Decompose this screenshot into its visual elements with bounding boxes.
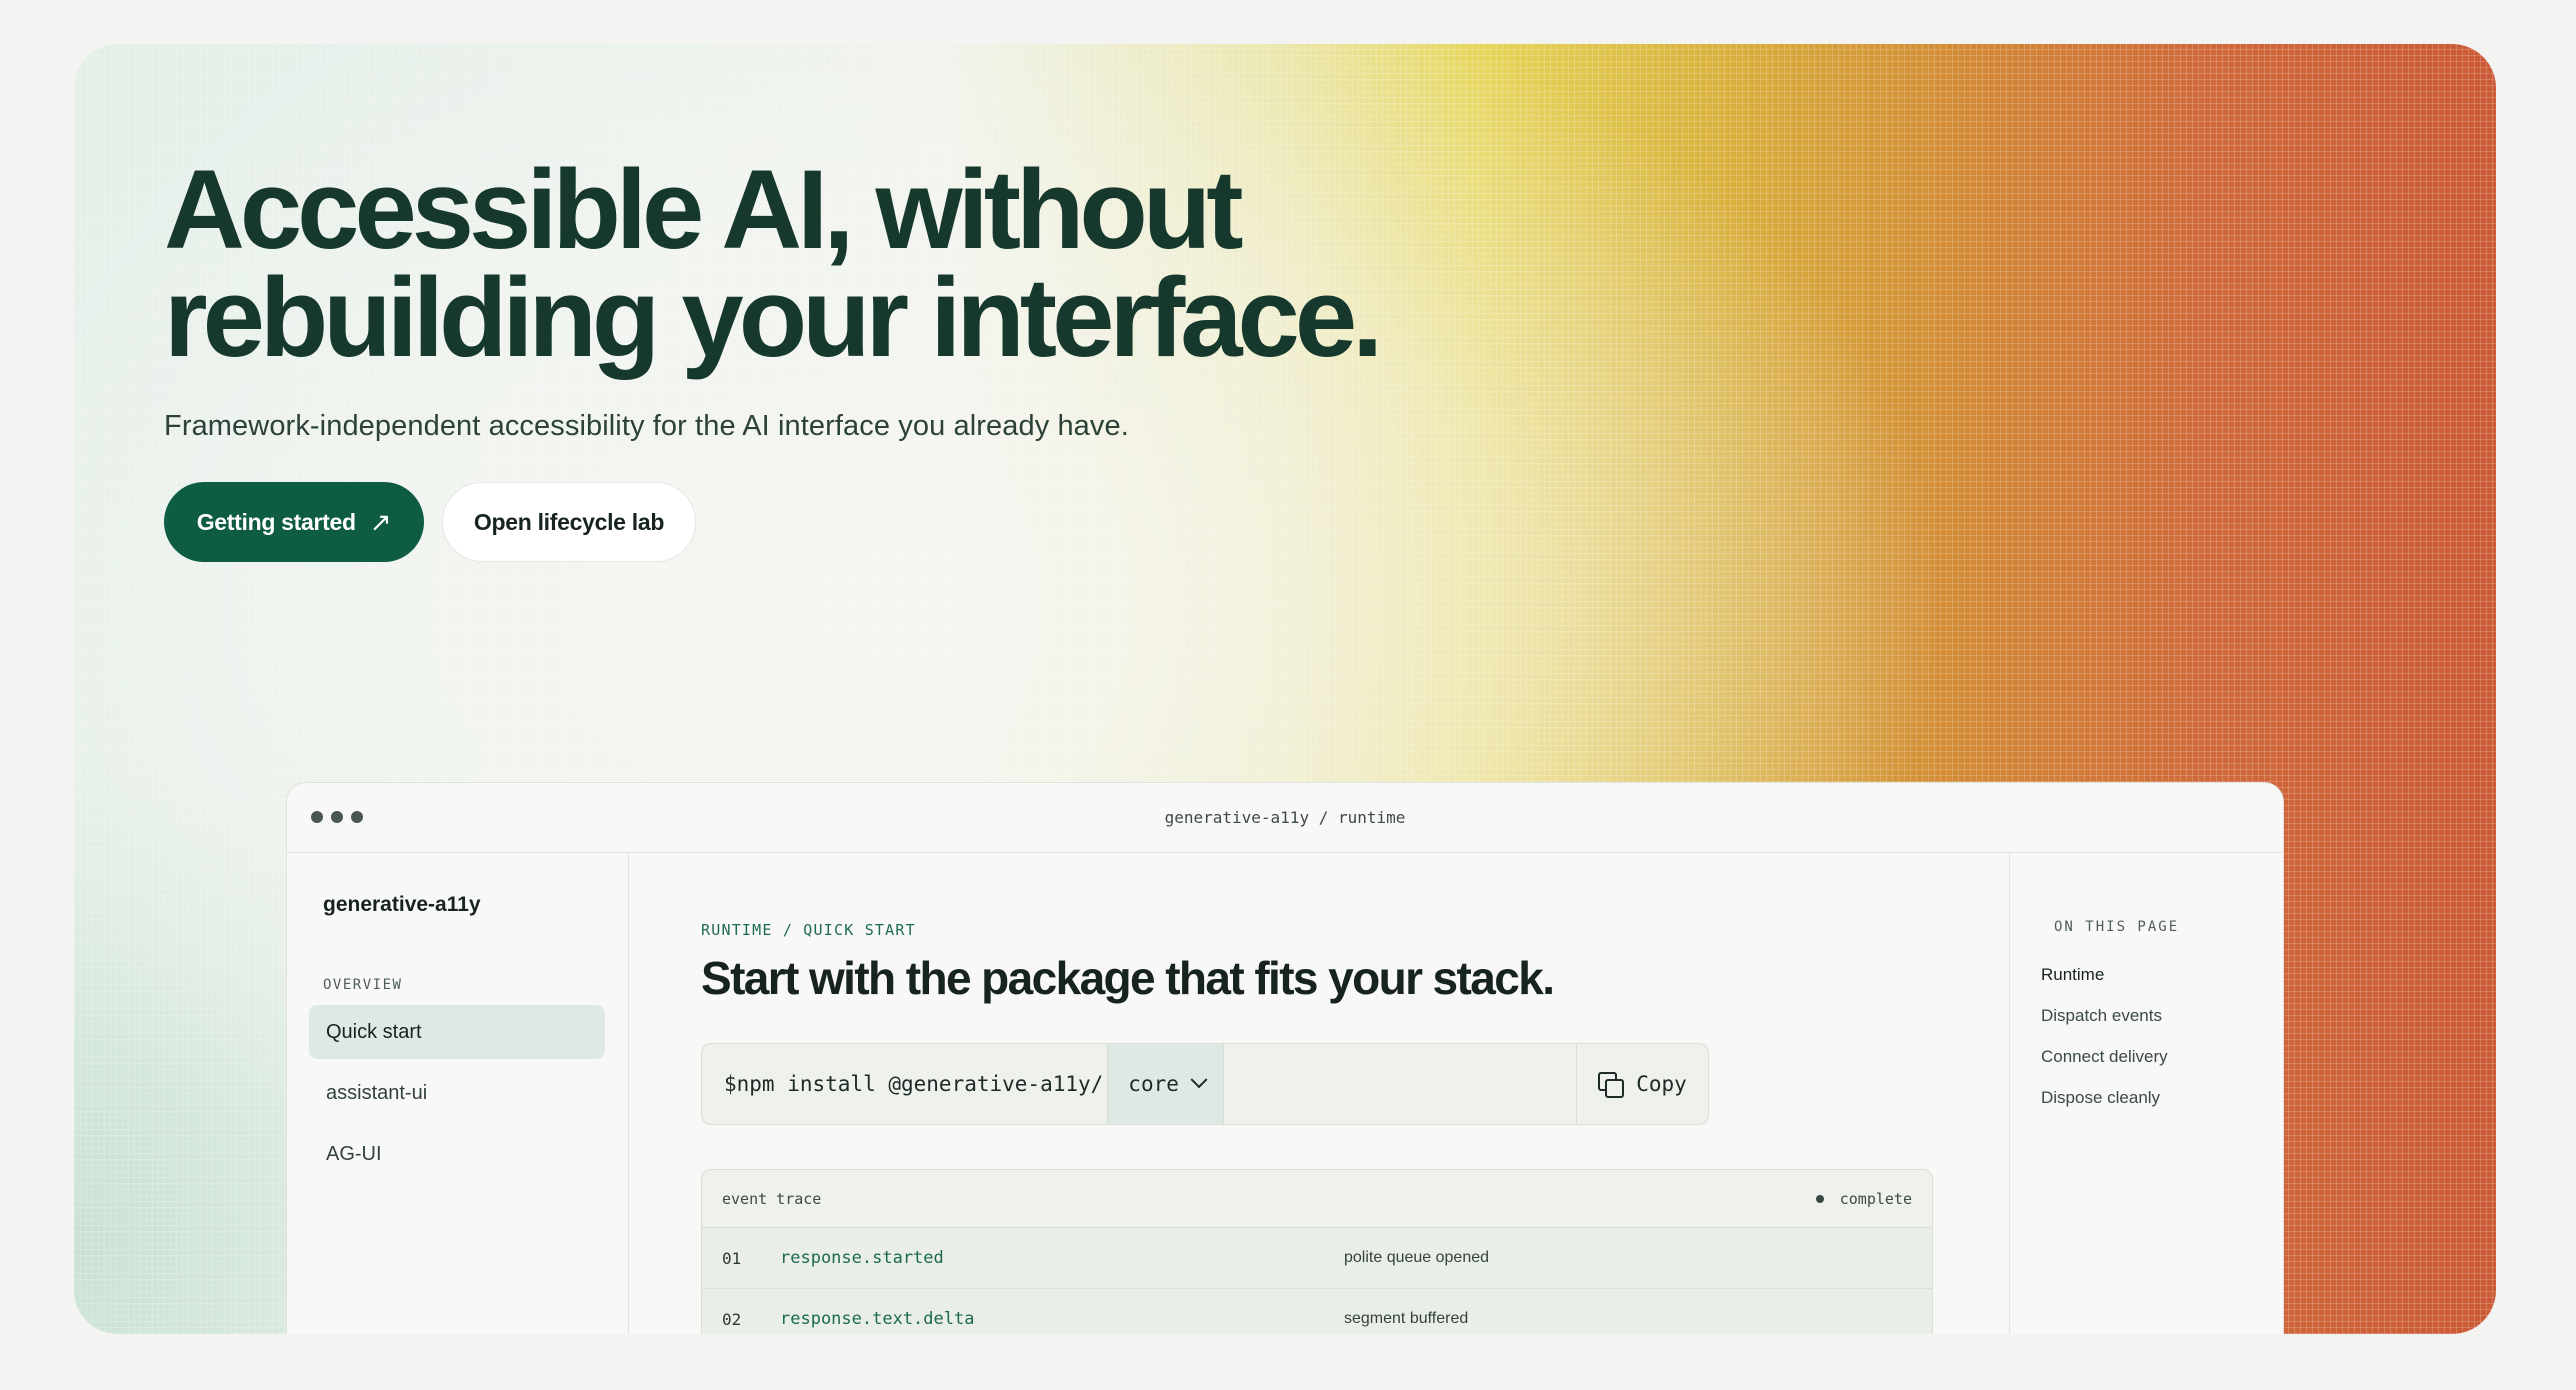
sidebar-item-ag-ui[interactable]: AG-UI (309, 1127, 605, 1181)
row-event: response.text.delta (780, 1309, 975, 1329)
hero-section: Accessible AI, without rebuilding your i… (74, 44, 2496, 1334)
command-spacer (1224, 1044, 1576, 1124)
sidebar-item-label: AG-UI (326, 1142, 382, 1165)
docs-sidebar: generative-a11y OVERVIEW Quick start ass… (287, 853, 629, 1334)
table-row: 01 response.started polite queue opened (702, 1228, 1932, 1289)
open-lifecycle-lab-label: Open lifecycle lab (473, 508, 665, 535)
toc-item-dispatch-events[interactable]: Dispatch events (2041, 1006, 2162, 1026)
on-this-page-nav: ON THIS PAGE Runtime Dispatch events Con… (2009, 853, 2283, 1334)
install-command-bar: $npm install @generative-a11y/ core Copy (701, 1043, 1709, 1125)
row-number: 02 (722, 1309, 742, 1329)
toc-item-connect-delivery[interactable]: Connect delivery (2041, 1047, 2168, 1067)
event-trace-header: event trace complete (702, 1170, 1932, 1228)
sidebar-item-quick-start[interactable]: Quick start (309, 1005, 605, 1059)
window-title: generative-a11y / runtime (1164, 808, 1406, 827)
row-event: response.started (780, 1248, 944, 1268)
toc-item-runtime[interactable]: Runtime (2041, 965, 2104, 985)
breadcrumb: RUNTIME / QUICK START (701, 921, 916, 939)
arrow-up-right-icon: ↗ (369, 506, 392, 537)
status-dot-icon (1815, 1194, 1824, 1203)
table-row: 02 response.text.delta segment buffered (702, 1289, 1932, 1334)
page-title: Start with the package that fits your st… (701, 952, 1555, 1004)
package-select[interactable]: core (1107, 1044, 1224, 1124)
app-window: generative-a11y / runtime generative-a11… (286, 782, 2284, 1334)
headline-line-1: Accessible AI, without (164, 147, 1244, 272)
window-dot-icon (311, 811, 323, 823)
window-titlebar: generative-a11y / runtime (287, 783, 2283, 853)
row-number: 01 (722, 1248, 742, 1268)
event-trace-panel: event trace complete 01 response.started… (701, 1169, 1933, 1334)
sidebar-item-label: Quick start (326, 1020, 422, 1043)
window-dot-icon (351, 811, 363, 823)
hero-subtitle: Framework-independent accessibility for … (164, 410, 1129, 442)
install-command-text: $npm install @generative-a11y/ (724, 1072, 1104, 1096)
toc-label: ON THIS PAGE (2054, 919, 2180, 935)
sidebar-item-label: assistant-ui (326, 1081, 428, 1104)
chevron-down-icon (1190, 1071, 1208, 1089)
window-dot-icon (331, 811, 343, 823)
row-description: segment buffered (1344, 1310, 1469, 1327)
row-description: polite queue opened (1344, 1249, 1490, 1266)
event-trace-label: event trace (722, 1189, 822, 1208)
docs-main: RUNTIME / QUICK START Start with the pac… (629, 853, 2009, 1334)
open-lifecycle-lab-button[interactable]: Open lifecycle lab (442, 482, 696, 562)
window-controls (311, 811, 363, 823)
headline-line-2: rebuilding your interface. (164, 255, 1383, 380)
sidebar-item-assistant-ui[interactable]: assistant-ui (309, 1066, 605, 1120)
package-select-value: core (1128, 1072, 1179, 1096)
getting-started-label: Getting started (196, 508, 356, 535)
copy-button[interactable]: Copy (1576, 1044, 1708, 1124)
status-badge: complete (1839, 1189, 1912, 1208)
sidebar-section-label: OVERVIEW (323, 977, 403, 993)
hero-headline: Accessible AI, without rebuilding your i… (164, 154, 1564, 374)
copy-icon (1598, 1072, 1625, 1098)
getting-started-button[interactable]: Getting started ↗ (164, 482, 424, 562)
copy-button-label: Copy (1636, 1072, 1687, 1096)
sidebar-brand[interactable]: generative-a11y (323, 893, 481, 917)
toc-item-dispose-cleanly[interactable]: Dispose cleanly (2041, 1088, 2160, 1108)
